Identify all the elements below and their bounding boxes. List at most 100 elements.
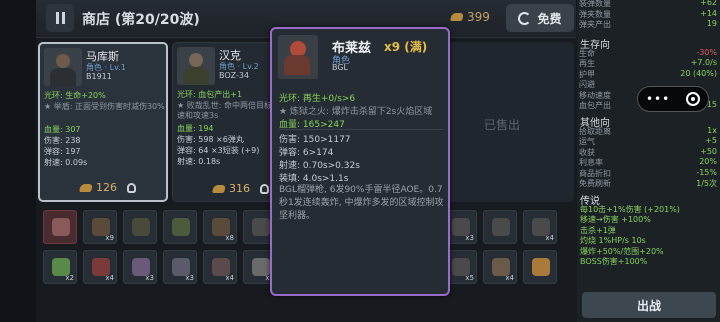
shop-card-hank[interactable]: 汉克 角色 · Lv.2 BOZ-34 光环: 血包产出+1 ★ 败哉乱世: 命… xyxy=(172,42,288,202)
inventory-slot[interactable]: x4 xyxy=(483,250,517,284)
item-count: x8 xyxy=(225,234,234,242)
item-count: x3 xyxy=(185,274,194,282)
close-circle-icon[interactable] xyxy=(686,92,701,106)
refresh-icon xyxy=(518,11,532,25)
item-count: x5 xyxy=(465,274,474,282)
legend-perk: 移速→伤害 +100% xyxy=(580,215,651,224)
avatar xyxy=(44,48,82,86)
item-count: x4 xyxy=(505,274,514,282)
stat-row: 弹夹数量 +14 xyxy=(579,8,717,19)
more-icon[interactable]: ••• xyxy=(646,92,670,106)
card-skill-cont: 速和攻速3s xyxy=(177,111,219,120)
shop-card-marcus[interactable]: 马库斯 角色 · Lv.1 B1911 光环: 生命+20% ★ 举盾: 正面受… xyxy=(38,42,168,202)
item-icon xyxy=(132,218,150,236)
avatar xyxy=(278,35,318,79)
stat-row: 利息率 20% xyxy=(579,157,717,167)
inventory-slot[interactable] xyxy=(123,210,157,244)
card-aura: 光环: 血包产出+1 xyxy=(177,90,243,99)
sold-out-label: 已售出 xyxy=(484,118,521,132)
tooltip-level: x9 (满) xyxy=(384,40,428,54)
tooltip-rate: 射速: 0.70s>0.32s xyxy=(279,161,360,171)
tooltip-skill: ★ 炼狱之火: 爆炸击杀留下2s火焰区域 xyxy=(279,107,433,117)
inventory-slot[interactable] xyxy=(43,210,77,244)
tooltip-aura: 光环: 再生+0/s>6 xyxy=(279,94,356,104)
tooltip-ammo: 弹容: 6>174 xyxy=(279,148,334,158)
item-icon xyxy=(52,218,70,236)
inventory-slot[interactable]: x8 xyxy=(203,210,237,244)
legend-perk: 每10击+1%伤害 (+201%) xyxy=(580,204,680,214)
inventory-slot[interactable]: x4 xyxy=(523,210,557,244)
item-count: x3 xyxy=(145,274,154,282)
legend-perk: 灼烧 1%HP/s 10s xyxy=(580,236,646,245)
item-icon xyxy=(172,218,190,236)
inventory-slot[interactable] xyxy=(483,210,517,244)
gold-counter: 399 xyxy=(449,10,490,24)
tooltip-reload: 装填: 4.0s>1.1s xyxy=(279,174,349,184)
tooltip-description: BGL榴弹枪, 6发90%手雷半径AOE。0.7秒1发连续轰炸, 中爆炸多发的区… xyxy=(279,185,444,221)
card-stat: 血量: 194 xyxy=(177,124,214,133)
stat-row: 运气 +5 xyxy=(579,136,717,146)
inventory-slot[interactable]: x4 xyxy=(203,250,237,284)
card-aura: 光环: 生命+20% xyxy=(44,91,106,100)
card-stat: 弹容: 197 xyxy=(44,147,81,156)
stat-row: 拾取距离 1x xyxy=(579,125,717,136)
inventory-slot[interactable] xyxy=(523,250,557,284)
sold-out-slot: 已售出 xyxy=(436,42,574,202)
card-stat: 射速: 0.18s xyxy=(177,157,221,166)
gold-amount: 399 xyxy=(467,10,490,24)
stats-panel: 出战 装弹数量 +62 弹夹数量 +14 弹夹产出 19 生存向 生命 -30% 再生 +7.0/s… xyxy=(577,0,720,322)
lock-icon[interactable] xyxy=(260,183,269,194)
tooltip-code: BGL xyxy=(332,63,349,72)
item-icon xyxy=(252,218,270,236)
inventory-slot[interactable] xyxy=(163,210,197,244)
inventory-slot[interactable]: x3 xyxy=(123,250,157,284)
stat-row: 免费刷新 1/5次 xyxy=(579,179,717,188)
card-stat: 伤害: 598 ×6弹丸 xyxy=(177,135,244,144)
card-code: BOZ-34 xyxy=(219,71,250,80)
stat-row: 生命 -30% xyxy=(579,47,717,58)
item-icon xyxy=(532,258,550,276)
avatar xyxy=(177,47,215,85)
coin-icon xyxy=(78,183,94,192)
free-refresh-label: 免费 xyxy=(537,11,562,26)
tooltip-damage: 伤害: 150>1177 xyxy=(279,135,351,145)
pause-icon xyxy=(55,12,59,24)
stat-row: 弹夹产出 19 xyxy=(579,19,717,29)
legend-perk: 爆炸+50%/范围+20% xyxy=(580,246,664,256)
card-stat: 射速: 0.09s xyxy=(44,158,88,167)
inventory-slot[interactable]: x9 xyxy=(83,210,117,244)
pause-button[interactable] xyxy=(46,4,74,32)
item-count: x4 xyxy=(225,274,234,282)
character-tooltip: 布莱兹 x9 (满) 角色 BGL 光环: 再生+0/s>6 ★ 炼狱之火: 爆… xyxy=(270,27,450,296)
coin-icon xyxy=(211,184,227,193)
card-stat: 血量: 307 xyxy=(44,125,81,134)
item-count: x4 xyxy=(545,234,554,242)
card-skill: ★ 举盾: 正面受到伤害时减伤30% xyxy=(44,102,165,111)
legend-perk: BOSS伤害+100% xyxy=(580,257,648,266)
stat-row: 商品折扣 -15% xyxy=(579,167,717,178)
stat-row: 护甲 20 (40%) xyxy=(579,68,717,79)
item-count: x3 xyxy=(465,234,474,242)
lock-icon[interactable] xyxy=(127,182,136,193)
card-code: B1911 xyxy=(86,72,112,81)
fight-button[interactable]: 出战 xyxy=(582,292,716,318)
card-price[interactable]: 126 xyxy=(78,181,136,194)
coin-icon xyxy=(449,13,465,21)
item-count: x9 xyxy=(105,234,114,242)
stat-row: 收获 +50 xyxy=(579,146,717,157)
free-refresh-button[interactable]: 免费 xyxy=(506,4,574,32)
page-title: 商店 (第20/20波) xyxy=(82,12,200,28)
card-stat: 弹容: 64 ×3短装 (+9) xyxy=(177,146,260,155)
inventory-slot[interactable]: x2 xyxy=(43,250,77,284)
stat-row: 再生 +7.0/s xyxy=(579,58,717,68)
inventory-slot[interactable]: x4 xyxy=(83,250,117,284)
card-stat: 伤害: 238 xyxy=(44,136,81,145)
inventory-slot[interactable]: x3 xyxy=(163,250,197,284)
miniprogram-capsule[interactable]: ••• xyxy=(637,86,709,112)
item-count: x4 xyxy=(105,274,114,282)
legend-perk: 击杀+1弹 xyxy=(580,225,616,235)
item-icon xyxy=(492,218,510,236)
item-count: x2 xyxy=(65,274,74,282)
left-strip xyxy=(0,0,36,322)
card-price[interactable]: 316 xyxy=(211,182,269,195)
